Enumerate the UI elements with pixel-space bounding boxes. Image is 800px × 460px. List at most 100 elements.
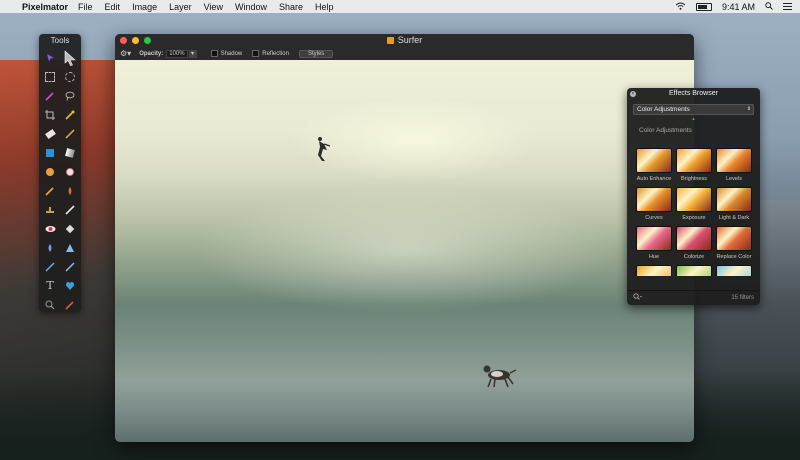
search-icon[interactable] — [765, 1, 773, 12]
effect-item[interactable]: Levels — [715, 148, 753, 187]
effect-thumbnail — [716, 265, 752, 276]
effect-item[interactable]: Colorize — [675, 226, 713, 265]
opacity-label: Opacity: — [139, 50, 164, 57]
magic-wand-tool-icon[interactable] — [40, 86, 60, 105]
zoom-tool-icon[interactable] — [40, 295, 60, 314]
menu-window[interactable]: Window — [235, 2, 267, 12]
close-icon[interactable]: × — [630, 91, 636, 97]
chevron-up-down-icon: ⇕ — [746, 106, 751, 112]
surfer-figure — [318, 137, 331, 161]
effect-label: Levels — [726, 176, 742, 182]
window-titlebar[interactable]: Surfer — [115, 34, 694, 47]
styles-button[interactable]: Styles — [298, 49, 334, 58]
color-picker-tool-icon[interactable] — [60, 295, 80, 314]
lasso-tool-icon[interactable] — [60, 86, 80, 105]
effect-label: Light & Dark — [718, 215, 750, 221]
effect-thumbnail — [636, 265, 672, 276]
canvas-image[interactable] — [115, 60, 694, 442]
document-icon — [386, 37, 394, 44]
shadow-label: Shadow — [220, 50, 243, 57]
notification-center-icon[interactable] — [783, 2, 792, 12]
shape-tool-icon[interactable] — [40, 143, 60, 162]
effect-item[interactable]: Light & Dark — [715, 187, 753, 226]
color-fill-tool-icon[interactable] — [60, 276, 80, 295]
reflection-checkbox[interactable] — [252, 50, 260, 57]
effect-item[interactable]: Exposure — [675, 187, 713, 226]
effect-label: Auto Enhance — [636, 176, 672, 182]
menu-file[interactable]: File — [78, 2, 93, 12]
effect-item[interactable]: Hue — [635, 226, 673, 265]
menu-bar: Pixelmator File Edit Image Layer View Wi… — [0, 0, 800, 13]
sponge-tool-icon[interactable] — [60, 238, 80, 257]
opacity-field[interactable]: 100% — [166, 49, 188, 58]
clone-stamp-tool-icon[interactable] — [60, 181, 80, 200]
arrange-tool-icon[interactable] — [60, 48, 80, 67]
heal-tool-icon[interactable] — [40, 200, 60, 219]
gear-icon[interactable]: ⚙▾ — [120, 49, 131, 58]
wifi-icon[interactable] — [675, 2, 686, 12]
window-title-text: Surfer — [397, 35, 423, 45]
paint-bucket-tool-icon[interactable] — [40, 162, 60, 181]
effect-item-partial[interactable] — [635, 265, 673, 276]
effects-browser-header: × Effects Browser — [627, 88, 760, 100]
effect-thumbnail — [636, 187, 672, 212]
gradient-tool-icon[interactable] — [60, 143, 80, 162]
effect-item-partial[interactable] — [675, 265, 713, 276]
menu-view[interactable]: View — [204, 2, 223, 12]
app-menu[interactable]: Pixelmator — [22, 2, 68, 12]
menu-image[interactable]: Image — [132, 2, 157, 12]
effects-browser-panel: × Effects Browser Color Adjustments ⇕ ▴ … — [627, 88, 760, 305]
effects-browser-footer: 15 filters — [627, 290, 760, 305]
shadow-checkbox[interactable] — [210, 50, 218, 57]
crop-tool-icon[interactable] — [40, 105, 60, 124]
menu-layer[interactable]: Layer — [169, 2, 192, 12]
smudge-tool-icon[interactable] — [40, 181, 60, 200]
opacity-stepper[interactable]: ▾ — [188, 49, 197, 58]
freeform-pen-tool-icon[interactable] — [60, 257, 80, 276]
category-dropdown[interactable]: Color Adjustments ⇕ — [633, 104, 754, 115]
brush-tool-icon[interactable] — [60, 162, 80, 181]
effects-grid: Auto Enhance Brightness Levels Curves Exposu… — [635, 148, 755, 276]
effect-thumbnail — [676, 187, 712, 212]
reflection-label: Reflection — [262, 50, 289, 57]
move-tool-icon[interactable] — [40, 48, 60, 67]
effect-thumbnail — [676, 148, 712, 173]
effect-thumbnail — [636, 226, 672, 251]
disclosure-caret-icon[interactable]: ▴ — [627, 115, 760, 123]
red-eye-tool-icon[interactable] — [40, 219, 60, 238]
search-icon[interactable] — [633, 293, 642, 303]
tools-grid: T — [39, 48, 81, 314]
clock[interactable]: 9:41 AM — [722, 2, 755, 12]
tools-palette: Tools T — [39, 34, 81, 312]
effect-label: Replace Color — [716, 254, 752, 260]
ellipse-select-tool-icon[interactable] — [60, 67, 80, 86]
menu-edit[interactable]: Edit — [105, 2, 121, 12]
effects-browser-title: Effects Browser — [669, 90, 718, 97]
pen-tool-icon[interactable] — [40, 257, 60, 276]
effect-thumbnail — [636, 148, 672, 173]
effect-item-partial[interactable] — [715, 265, 753, 276]
effect-item[interactable]: Auto Enhance — [635, 148, 673, 187]
effect-item[interactable]: Replace Color — [715, 226, 753, 265]
effect-label: Exposure — [682, 215, 706, 221]
effect-item[interactable]: Brightness — [675, 148, 713, 187]
battery-icon[interactable] — [695, 2, 712, 11]
effect-item[interactable]: Curves — [635, 187, 673, 226]
blur-tool-icon[interactable] — [60, 219, 80, 238]
filter-count: 15 filters — [731, 295, 754, 301]
burn-tool-icon[interactable] — [60, 200, 80, 219]
type-tool-icon[interactable]: T — [40, 276, 60, 295]
menu-share[interactable]: Share — [279, 2, 303, 12]
rect-select-tool-icon[interactable] — [40, 67, 60, 86]
status-area: 9:41 AM — [675, 2, 800, 12]
section-title: Color Adjustments — [639, 127, 692, 134]
effect-thumbnail — [716, 187, 752, 212]
menu-help[interactable]: Help — [315, 2, 334, 12]
sharpen-tool-icon[interactable] — [40, 238, 60, 257]
effect-thumbnail — [716, 226, 752, 251]
eyedropper-tool-icon[interactable] — [60, 105, 80, 124]
pencil-tool-icon[interactable] — [60, 124, 80, 143]
tools-palette-title: Tools — [50, 36, 70, 45]
window-title: Surfer — [115, 35, 694, 45]
eraser-tool-icon[interactable] — [40, 124, 60, 143]
